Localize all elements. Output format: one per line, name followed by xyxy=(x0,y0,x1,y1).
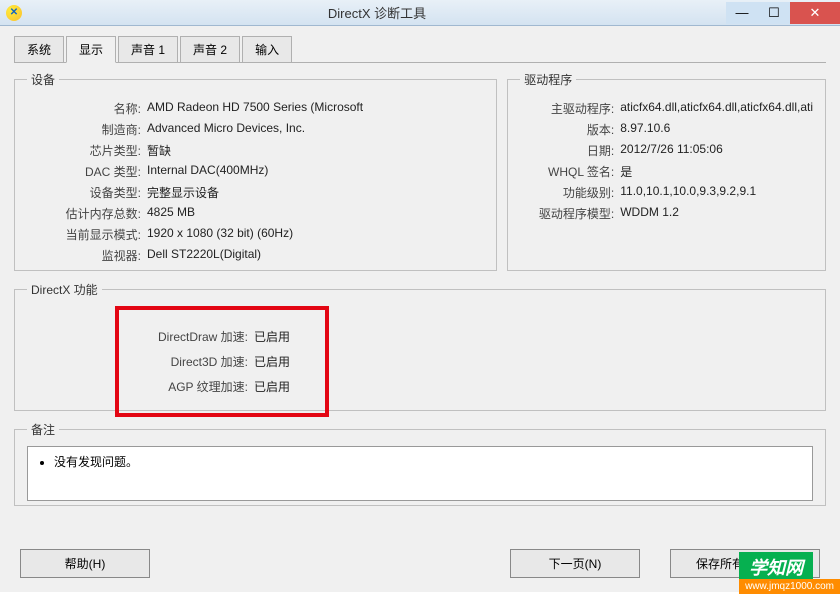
next-button[interactable]: 下一页(N) xyxy=(510,549,640,578)
driver-row: 主驱动程序:aticfx64.dll,aticfx64.dll,aticfx64… xyxy=(520,100,813,117)
device-row: DAC 类型:Internal DAC(400MHz) xyxy=(27,163,484,180)
footer-buttons: 帮助(H) 下一页(N) 保存所有信息(S)... xyxy=(0,549,840,578)
help-button[interactable]: 帮助(H) xyxy=(20,549,150,578)
tab-sound2[interactable]: 声音 2 xyxy=(180,36,240,62)
tab-strip: 系统 显示 声音 1 声音 2 输入 xyxy=(14,36,826,63)
device-legend: 设备 xyxy=(27,71,59,88)
driver-row: WHQL 签名:是 xyxy=(520,163,813,180)
device-row: 当前显示模式:1920 x 1080 (32 bit) (60Hz) xyxy=(27,226,484,243)
device-row: 芯片类型:暂缺 xyxy=(27,142,484,159)
device-row: 名称:AMD Radeon HD 7500 Series (Microsoft xyxy=(27,100,484,117)
driver-legend: 驱动程序 xyxy=(520,71,576,88)
device-row: 设备类型:完整显示设备 xyxy=(27,184,484,201)
directx-legend: DirectX 功能 xyxy=(27,281,102,298)
driver-row: 驱动程序模型:WDDM 1.2 xyxy=(520,205,813,222)
tab-input[interactable]: 输入 xyxy=(242,36,292,62)
dx-row: Direct3D 加速:已启用 xyxy=(119,353,290,370)
notes-box: 没有发现问题。 xyxy=(27,446,813,501)
driver-row: 版本:8.97.10.6 xyxy=(520,121,813,138)
tab-display[interactable]: 显示 xyxy=(66,36,116,63)
device-row: 制造商:Advanced Micro Devices, Inc. xyxy=(27,121,484,138)
close-button[interactable]: ✕ xyxy=(790,2,840,24)
window-title: DirectX 诊断工具 xyxy=(28,3,726,22)
highlight-box: DirectDraw 加速:已启用 Direct3D 加速:已启用 AGP 纹理… xyxy=(115,306,329,417)
driver-group: 驱动程序 主驱动程序:aticfx64.dll,aticfx64.dll,ati… xyxy=(507,71,826,271)
watermark: 学知网 www.jmqz1000.com xyxy=(739,554,840,592)
titlebar: ✕ DirectX 诊断工具 — ☐ ✕ xyxy=(0,0,840,26)
content-area: 系统 显示 声音 1 声音 2 输入 设备 名称:AMD Radeon HD 7… xyxy=(0,26,840,592)
minimize-button[interactable]: — xyxy=(726,2,758,24)
driver-row: 日期:2012/7/26 11:05:06 xyxy=(520,142,813,159)
notes-item: 没有发现问题。 xyxy=(54,453,802,470)
maximize-button[interactable]: ☐ xyxy=(758,2,790,24)
tab-system[interactable]: 系统 xyxy=(14,36,64,62)
device-row: 估计内存总数:4825 MB xyxy=(27,205,484,222)
window-controls: — ☐ ✕ xyxy=(726,2,840,24)
notes-legend: 备注 xyxy=(27,421,59,438)
dx-row: AGP 纹理加速:已启用 xyxy=(119,378,290,395)
device-group: 设备 名称:AMD Radeon HD 7500 Series (Microso… xyxy=(14,71,497,271)
device-row: 监视器:Dell ST2220L(Digital) xyxy=(27,247,484,264)
tab-sound1[interactable]: 声音 1 xyxy=(118,36,178,62)
driver-row: 功能级别:11.0,10.1,10.0,9.3,9.2,9.1 xyxy=(520,184,813,201)
app-icon: ✕ xyxy=(6,5,22,21)
dx-row: DirectDraw 加速:已启用 xyxy=(119,328,290,345)
directx-group: DirectX 功能 DirectDraw 加速:已启用 Direct3D 加速… xyxy=(14,281,826,411)
notes-group: 备注 没有发现问题。 xyxy=(14,421,826,506)
